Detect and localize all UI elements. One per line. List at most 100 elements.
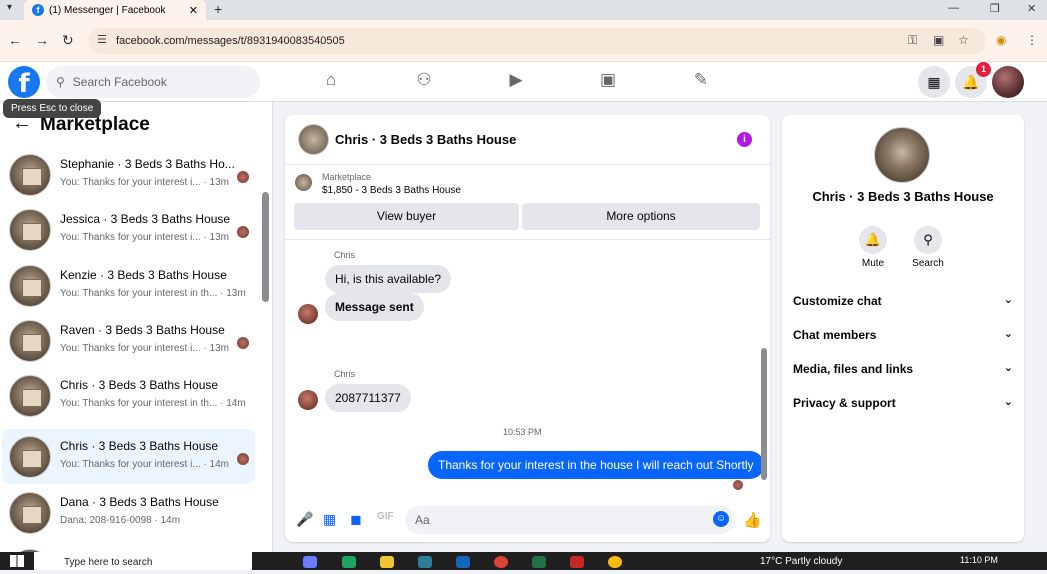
chat-members-row[interactable]: Chat members ⌄ xyxy=(793,328,1013,342)
weather-widget[interactable]: 17°C Partly cloudy xyxy=(760,556,842,567)
video-icon[interactable]: ▶ xyxy=(504,70,528,90)
scrollbar[interactable] xyxy=(761,348,767,480)
restore-icon[interactable]: ❐ xyxy=(990,2,1000,15)
photo-icon[interactable]: ▦ xyxy=(323,511,336,528)
taskbar-app-icon[interactable] xyxy=(456,556,470,568)
message-input[interactable]: Aa xyxy=(405,506,735,534)
chat-thumbnail[interactable] xyxy=(298,124,329,155)
tab-title: (1) Messenger | Facebook xyxy=(49,4,166,16)
search-icon[interactable]: ⚲ xyxy=(914,226,942,254)
listing-price[interactable]: $1,850 - 3 Beds 3 Baths House xyxy=(322,185,461,196)
list-item[interactable]: Dana · 3 Beds 3 Baths House Dana: 208-91… xyxy=(2,485,255,540)
chat-title[interactable]: Chris · 3 Beds 3 Baths House xyxy=(335,132,516,147)
conversation-name: Chris · 3 Beds 3 Baths House xyxy=(60,439,219,453)
list-item[interactable]: Stephanie · 3 Beds 3 Baths Ho... You: Th… xyxy=(2,147,255,202)
sender-avatar[interactable] xyxy=(298,304,318,324)
row-label: Chat members xyxy=(793,328,877,342)
info-icon[interactable]: i xyxy=(737,132,752,147)
close-window-icon[interactable]: ✕ xyxy=(1027,2,1036,15)
close-tab-icon[interactable]: ✕ xyxy=(189,4,198,17)
friends-icon[interactable]: ⚇ xyxy=(412,70,436,90)
chevron-down-icon: ⌄ xyxy=(1003,294,1013,306)
outgoing-message-bubble[interactable]: Thanks for your interest in the house I … xyxy=(428,451,764,479)
chat-info-panel: Chris · 3 Beds 3 Baths House 🔔 Mute ⚲ Se… xyxy=(782,115,1024,542)
taskbar-app-icon[interactable] xyxy=(418,556,432,568)
reload-icon[interactable]: ↻ xyxy=(62,32,74,49)
chevron-down-icon: ⌄ xyxy=(1003,396,1013,408)
taskbar-app-icon[interactable] xyxy=(342,556,356,568)
list-item[interactable]: Raven · 3 Beds 3 Baths House You: Thanks… xyxy=(2,313,255,368)
sender-name: Chris xyxy=(334,369,356,379)
bookmark-star-icon[interactable]: ☆ xyxy=(958,33,969,47)
row-label: Customize chat xyxy=(793,294,882,308)
message-bubble[interactable]: Hi, is this available? xyxy=(325,265,452,293)
search-label: Search xyxy=(912,258,944,269)
new-tab-icon[interactable]: + xyxy=(214,1,222,17)
row-label: Media, files and links xyxy=(793,362,914,376)
marketplace-icon[interactable]: ▣ xyxy=(596,70,620,90)
conversation-name: Dana · 3 Beds 3 Baths House xyxy=(60,495,219,509)
privacy-support-row[interactable]: Privacy & support ⌄ xyxy=(793,396,1013,410)
taskbar-app-icon[interactable] xyxy=(303,556,317,568)
key-icon[interactable]: ⚿ xyxy=(908,33,917,48)
cast-icon[interactable]: ▣ xyxy=(933,33,944,47)
list-item[interactable] xyxy=(2,542,255,552)
home-icon[interactable]: ⌂ xyxy=(319,70,343,90)
tooltip: Press Esc to close xyxy=(3,99,102,118)
list-item-selected[interactable]: Chris · 3 Beds 3 Baths House You: Thanks… xyxy=(2,429,255,484)
excel-icon[interactable] xyxy=(532,556,546,568)
url-input[interactable]: ☰ facebook.com/messages/t/89319400835405… xyxy=(88,28,986,54)
taskbar-clock[interactable]: 11:10 PM xyxy=(960,555,998,565)
marketplace-listing-bar: Marketplace $1,850 - 3 Beds 3 Baths Hous… xyxy=(285,165,770,240)
chat-info-name: Chris · 3 Beds 3 Baths House xyxy=(812,189,994,204)
back-icon[interactable]: ← xyxy=(8,32,22,48)
more-options-button[interactable]: More options xyxy=(522,203,760,230)
emoji-icon[interactable]: ☺ xyxy=(713,511,729,527)
forward-icon[interactable]: → xyxy=(35,32,49,48)
menu-grid-icon[interactable]: ▦ xyxy=(918,66,950,98)
conversation-snippet: Dana: 208-916-0098 · 14m xyxy=(60,515,181,526)
chat-avatar xyxy=(874,127,930,183)
facebook-logo-icon[interactable]: f xyxy=(8,66,40,99)
taskbar-search-input[interactable]: Type here to search xyxy=(34,552,252,570)
gif-icon[interactable]: GIF xyxy=(377,511,394,522)
site-info-icon[interactable]: ☰ xyxy=(97,33,107,46)
message-timestamp: 10:53 PM xyxy=(503,427,542,437)
media-files-links-row[interactable]: Media, files and links ⌄ xyxy=(793,362,1013,376)
customize-chat-row[interactable]: Customize chat ⌄ xyxy=(793,294,1013,308)
search-facebook-input[interactable]: ⚲ Search Facebook xyxy=(46,66,260,98)
list-item[interactable]: Jessica · 3 Beds 3 Baths House You: Than… xyxy=(2,202,255,257)
message-thread: Chris Hi, is this available? Message sen… xyxy=(285,240,770,496)
account-avatar[interactable] xyxy=(992,66,1024,98)
chrome-active-icon[interactable] xyxy=(608,556,622,568)
conversation-snippet: You: Thanks for your interest i... · 13m xyxy=(60,343,229,354)
acrobat-icon[interactable] xyxy=(570,556,584,568)
microphone-icon[interactable]: 🎤 xyxy=(296,511,313,528)
sender-avatar[interactable] xyxy=(298,390,318,410)
minimize-icon[interactable]: — xyxy=(948,2,959,14)
browser-tab[interactable]: f (1) Messenger | Facebook ✕ xyxy=(24,0,206,20)
gaming-icon[interactable]: ✎ xyxy=(689,70,713,90)
tab-search-icon[interactable]: ▾ xyxy=(7,2,12,13)
scrollbar[interactable] xyxy=(262,192,269,302)
file-explorer-icon[interactable] xyxy=(380,556,394,568)
view-buyer-button[interactable]: View buyer xyxy=(294,203,519,230)
sticker-icon[interactable]: ◼ xyxy=(350,511,362,528)
list-item[interactable]: Chris · 3 Beds 3 Baths House You: Thanks… xyxy=(2,368,255,423)
taskbar-search-placeholder: Type here to search xyxy=(64,557,153,568)
list-item[interactable]: Kenzie · 3 Beds 3 Baths House You: Thank… xyxy=(2,258,255,313)
facebook-header: f ⚲ Search Facebook ⌂ ⚇ ▶ ▣ ✎ ▦ 🔔 1 xyxy=(0,62,1047,102)
seen-avatar xyxy=(237,171,249,183)
search-icon: ⚲ xyxy=(56,75,65,89)
profile-icon[interactable]: ◉ xyxy=(996,33,1006,47)
mute-bell-icon[interactable]: 🔔 xyxy=(859,226,887,254)
message-bubble[interactable]: Message sent xyxy=(325,293,424,321)
message-bubble[interactable]: 2087711377 xyxy=(325,384,411,412)
chrome-icon[interactable] xyxy=(494,556,508,568)
seen-avatar xyxy=(237,226,249,238)
windows-start-icon[interactable] xyxy=(10,555,24,567)
thumbs-up-icon[interactable]: 👍 xyxy=(743,511,762,529)
menu-dots-icon[interactable]: ⋮ xyxy=(1026,33,1038,47)
conversation-snippet: You: Thanks for your interest in th... ·… xyxy=(60,288,246,299)
seen-avatar xyxy=(237,453,249,465)
